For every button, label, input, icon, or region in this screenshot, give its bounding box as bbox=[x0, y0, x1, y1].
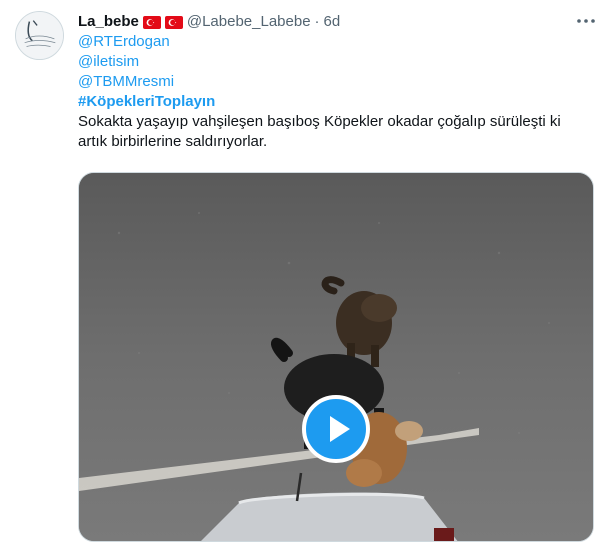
play-button[interactable] bbox=[302, 395, 370, 463]
tweet-header: La_bebe @Labebe_Labebe · 6d bbox=[78, 10, 594, 32]
video-thumbnail bbox=[79, 173, 593, 541]
hashtag-link[interactable]: #KöpekleriToplayın bbox=[78, 92, 594, 112]
video-player[interactable] bbox=[78, 172, 594, 542]
tweet-content: La_bebe @Labebe_Labebe · 6d @RTErdogan @… bbox=[78, 10, 597, 152]
tweet-card[interactable]: La_bebe @Labebe_Labebe · 6d @RTErdogan @… bbox=[0, 0, 614, 542]
play-icon bbox=[330, 416, 350, 442]
separator-dot: · bbox=[314, 12, 320, 30]
mention-link[interactable]: @TBMMresmi bbox=[78, 72, 594, 92]
turkey-flag-icon bbox=[142, 15, 161, 29]
avatar[interactable] bbox=[15, 11, 64, 60]
tweet-body: @RTErdogan @iletisim @TBMMresmi #Köpekle… bbox=[78, 32, 594, 152]
more-options-icon[interactable] bbox=[575, 14, 597, 28]
author-name[interactable]: La_bebe bbox=[78, 13, 139, 30]
tweet-timestamp[interactable]: 6d bbox=[324, 13, 341, 30]
author-handle[interactable]: @Labebe_Labebe bbox=[187, 13, 311, 30]
tweet-text: Sokakta yaşayıp vahşileşen başıboş Köpek… bbox=[78, 113, 561, 150]
turkey-flag-icon bbox=[164, 15, 183, 29]
mention-link[interactable]: @iletisim bbox=[78, 52, 594, 72]
mention-link[interactable]: @RTErdogan bbox=[78, 32, 594, 52]
